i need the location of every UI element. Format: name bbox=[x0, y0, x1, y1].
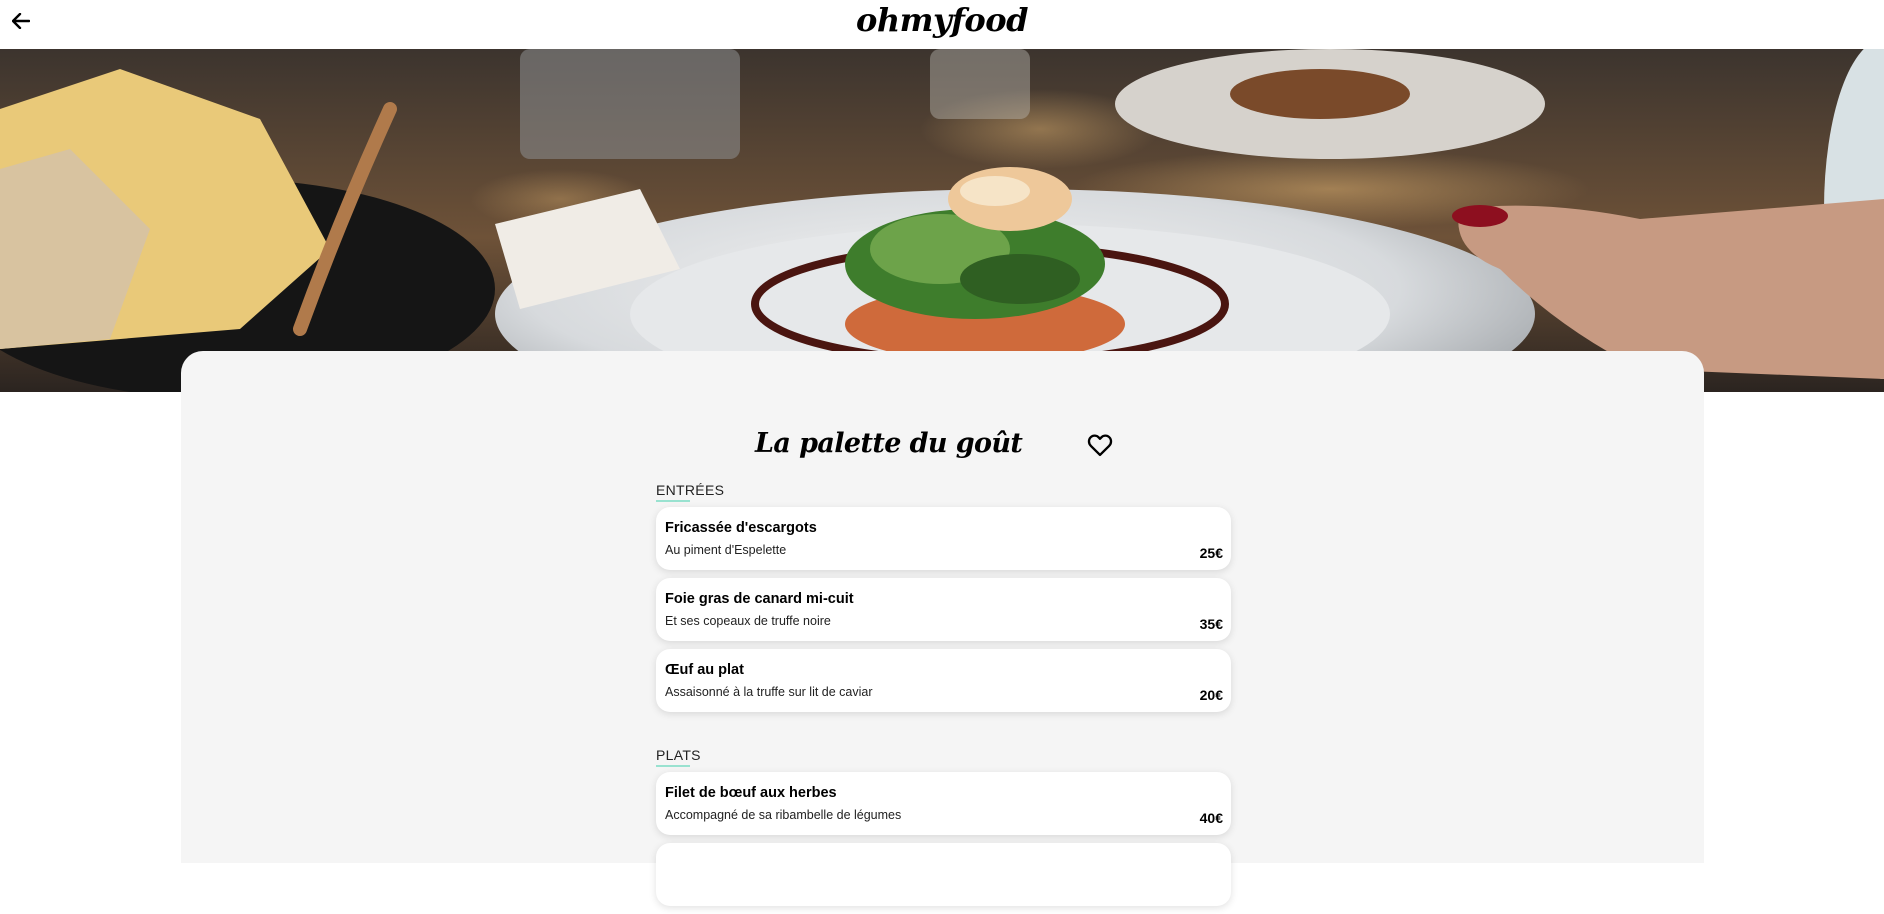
top-bar: ohmyfood bbox=[0, 0, 1884, 49]
dish-description: Et ses copeaux de truffe noire bbox=[665, 614, 831, 628]
dish-price: 25€ bbox=[1199, 545, 1223, 561]
logo[interactable]: ohmyfood bbox=[0, 0, 1884, 40]
dish-name: Fricassée d'escargots bbox=[665, 520, 817, 536]
menu-list: ENTRÉES Fricassée d'escargots Au piment … bbox=[656, 481, 1231, 914]
dish-name: Filet de bœuf aux herbes bbox=[665, 785, 837, 801]
restaurant-hero-image bbox=[0, 49, 1884, 392]
heart-outline-icon bbox=[1087, 434, 1113, 457]
section-title-entrees: ENTRÉES bbox=[656, 481, 1231, 507]
favorite-button[interactable] bbox=[1086, 431, 1114, 459]
section-title-plats: PLATS bbox=[656, 746, 1231, 772]
dish-card[interactable]: Foie gras de canard mi-cuit Et ses copea… bbox=[656, 578, 1231, 641]
dish-card[interactable]: Fricassée d'escargots Au piment d'Espele… bbox=[656, 507, 1231, 570]
dish-price: 40€ bbox=[1199, 810, 1223, 826]
restaurant-header: La palette du goût bbox=[181, 424, 1704, 464]
dish-card[interactable]: Œuf au plat Assaisonné à la truffe sur l… bbox=[656, 649, 1231, 712]
dish-description: Assaisonné à la truffe sur lit de caviar bbox=[665, 685, 873, 699]
dish-card[interactable]: Filet de bœuf aux herbes Accompagné de s… bbox=[656, 772, 1231, 835]
dish-description: Au piment d'Espelette bbox=[665, 543, 787, 557]
dish-description: Accompagné de sa ribambelle de légumes bbox=[665, 808, 902, 822]
menu-card: La palette du goût ENTRÉES Fricassée d'e… bbox=[181, 351, 1704, 906]
dish-price: 35€ bbox=[1199, 616, 1223, 632]
dish-card-partial[interactable] bbox=[656, 843, 1231, 906]
dish-price: 20€ bbox=[1199, 687, 1223, 703]
dish-name: Œuf au plat bbox=[665, 662, 744, 678]
dish-name: Foie gras de canard mi-cuit bbox=[665, 591, 854, 607]
restaurant-name: La palette du goût bbox=[755, 428, 1023, 459]
